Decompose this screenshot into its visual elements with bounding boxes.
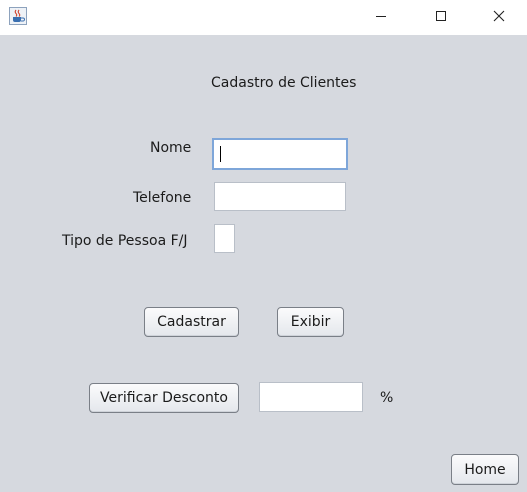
nome-label: Nome — [150, 140, 192, 156]
telefone-input[interactable] — [214, 182, 346, 211]
form-title: Cadastro de Clientes — [211, 75, 357, 91]
exibir-button[interactable]: Exibir — [277, 307, 344, 337]
minimize-icon — [375, 10, 387, 26]
window-titlebar[interactable] — [0, 0, 527, 35]
close-icon — [493, 10, 505, 26]
verificar-desconto-button[interactable]: Verificar Desconto — [89, 383, 239, 413]
home-button[interactable]: Home — [451, 454, 519, 485]
nome-input[interactable] — [212, 138, 348, 170]
maximize-button[interactable] — [418, 0, 464, 35]
desconto-output-field[interactable] — [259, 382, 363, 412]
minimize-button[interactable] — [358, 0, 404, 35]
tipo-pessoa-label: Tipo de Pessoa F/J — [62, 233, 188, 249]
form-panel: Cadastro de Clientes Nome Telefone Tipo … — [0, 35, 527, 492]
maximize-icon — [435, 10, 447, 26]
java-cup-icon — [9, 7, 27, 25]
percent-label: % — [380, 390, 394, 406]
close-button[interactable] — [476, 0, 522, 35]
text-caret — [220, 146, 221, 162]
tipo-pessoa-input[interactable] — [214, 224, 235, 253]
cadastrar-button[interactable]: Cadastrar — [144, 307, 239, 337]
telefone-label: Telefone — [133, 190, 192, 206]
